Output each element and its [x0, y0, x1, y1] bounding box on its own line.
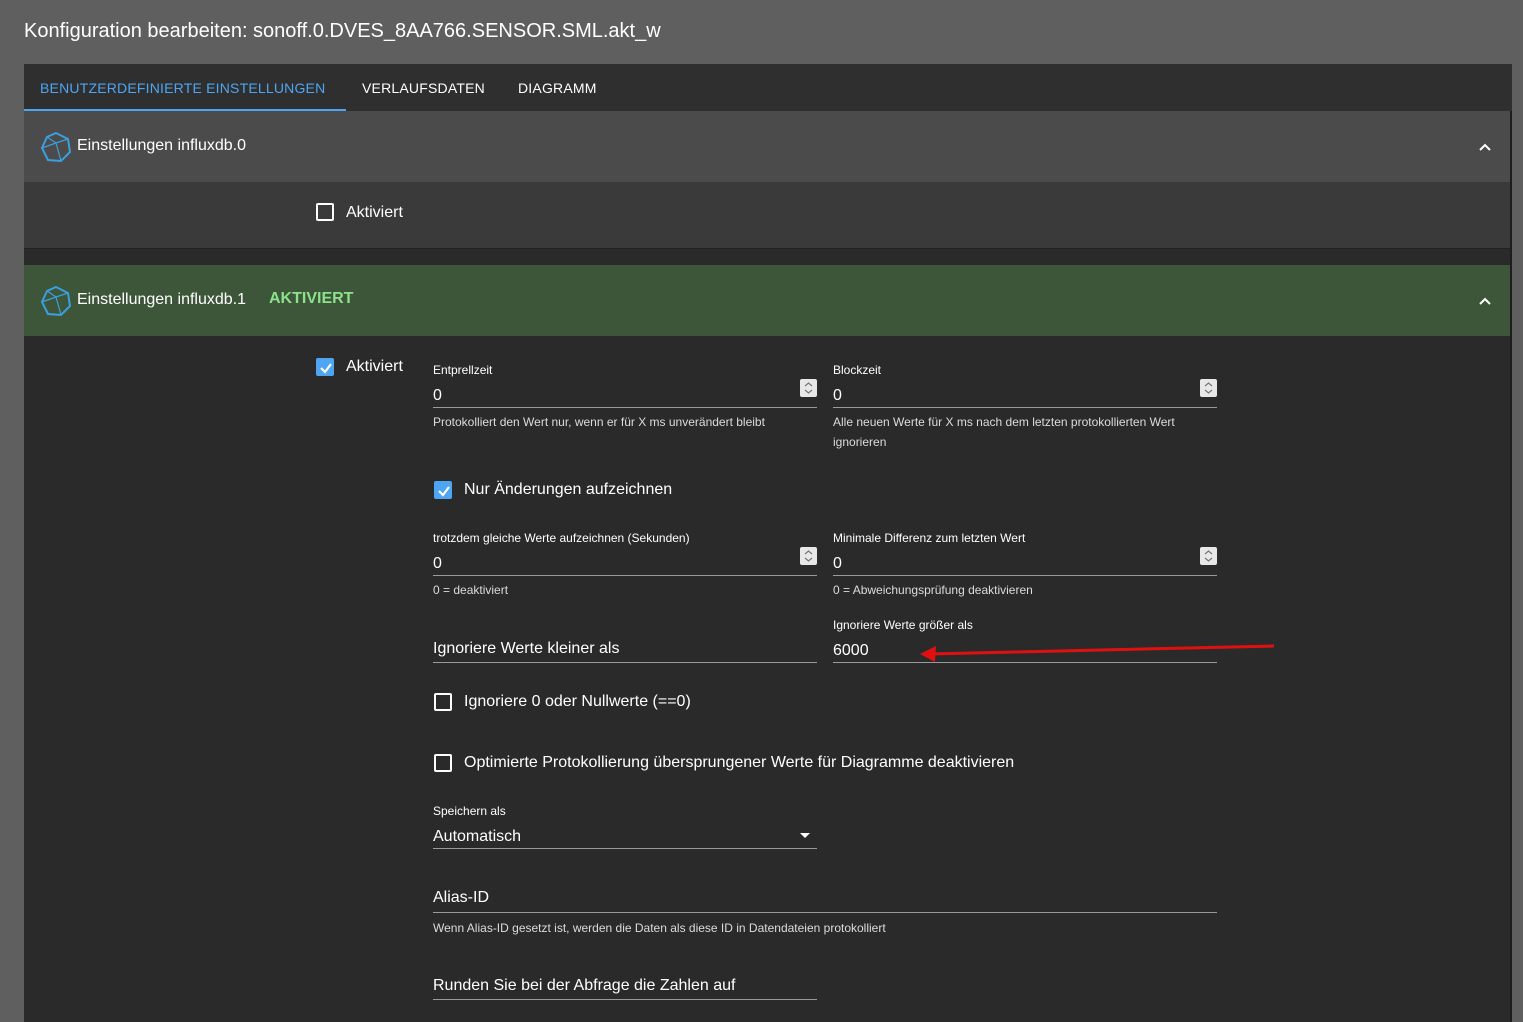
- stepper-arrows-icon: [1204, 382, 1213, 394]
- checkmark-icon: [320, 363, 332, 374]
- section-influxdb0-body: Aktiviert: [24, 182, 1510, 249]
- annotation-arrow: [920, 644, 1275, 662]
- min-delta-stepper[interactable]: [1200, 547, 1217, 565]
- alias-id-helper: Wenn Alias-ID gesetzt ist, werden die Da…: [433, 921, 886, 935]
- section-influxdb1-header[interactable]: Einstellungen influxdb.1 AKTIVIERT: [24, 265, 1510, 336]
- min-delta-input[interactable]: 0: [833, 555, 842, 573]
- ignore-above-input[interactable]: 6000: [833, 642, 869, 660]
- ignore-below-underline: [433, 662, 817, 663]
- blocktime-helper: Alle neuen Werte für X ms nach dem letzt…: [833, 415, 1175, 449]
- changes-relog-stepper[interactable]: [800, 547, 817, 565]
- stepper-arrows-icon: [804, 382, 813, 394]
- influxdb-icon: [40, 285, 72, 317]
- stepper-arrows-icon: [1204, 550, 1213, 562]
- section-influxdb1-body: Aktiviert Entprellzeit 0 Protokolliert d…: [24, 336, 1510, 1022]
- caret-down-icon: [800, 833, 810, 838]
- changes-only-checkbox[interactable]: [434, 481, 452, 499]
- tab-history-data[interactable]: VERLAUFSDATEN: [346, 64, 502, 111]
- scrollbar-track[interactable]: [1510, 111, 1512, 1022]
- storage-type-value: Automatisch: [433, 828, 522, 845]
- alias-id-placeholder: Alias-ID: [433, 889, 490, 906]
- blocktime-underline: [833, 407, 1217, 408]
- stepper-arrows-icon: [804, 550, 813, 562]
- min-delta-label: Minimale Differenz zum letzten Wert: [833, 531, 1026, 545]
- storage-type-select[interactable]: Speichern als Automatisch: [433, 804, 817, 854]
- min-delta-helper: 0 = Abweichungsprüfung deaktivieren: [833, 583, 1033, 597]
- status-badge: AKTIVIERT: [269, 290, 354, 307]
- debounce-input[interactable]: 0: [433, 387, 442, 405]
- blocktime-field: Blockzeit 0 Alle neuen Werte für X ms na…: [833, 363, 1217, 453]
- storage-type-label: Speichern als: [433, 804, 506, 818]
- changes-relog-helper: 0 = deaktiviert: [433, 583, 509, 597]
- dialog-panel: BENUTZERDEFINIERTE EINSTELLUNGEN VERLAUF…: [24, 64, 1512, 1022]
- enabled-label: Aktiviert: [346, 204, 403, 221]
- blocktime-stepper[interactable]: [1200, 379, 1217, 397]
- round-placeholder: Runden Sie bei der Abfrage die Zahlen au…: [433, 977, 736, 994]
- round-underline: [433, 999, 817, 1000]
- enabled-checkbox-influxdb0[interactable]: [316, 203, 334, 221]
- changes-relog-underline: [433, 575, 817, 576]
- section-title: Einstellungen influxdb.0: [77, 137, 247, 154]
- ignore-below-placeholder: Ignoriere Werte kleiner als: [433, 640, 620, 657]
- changes-relog-field: trotzdem gleiche Werte aufzeichnen (Seku…: [433, 531, 817, 601]
- ignore-zero-label: Ignoriere 0 oder Nullwerte (==0): [464, 693, 691, 710]
- min-delta-field: Minimale Differenz zum letzten Wert 0 0 …: [833, 531, 1217, 601]
- checkmark-icon: [438, 486, 450, 497]
- chevron-up-icon[interactable]: [1478, 140, 1492, 154]
- min-delta-underline: [833, 575, 1217, 576]
- debounce-helper: Protokolliert den Wert nur, wenn er für …: [433, 415, 765, 429]
- debounce-field: Entprellzeit 0 Protokolliert den Wert nu…: [433, 363, 817, 443]
- disable-skipped-checkbox[interactable]: [434, 754, 452, 772]
- section-title: Einstellungen influxdb.1: [77, 291, 247, 308]
- debounce-underline: [433, 407, 817, 408]
- ignore-above-label: Ignoriere Werte größer als: [833, 618, 973, 632]
- enabled-checkbox-influxdb1[interactable]: [316, 358, 334, 376]
- alias-id-underline: [433, 912, 1217, 913]
- debounce-label: Entprellzeit: [433, 363, 493, 377]
- blocktime-input[interactable]: 0: [833, 387, 842, 405]
- dialog-title: Konfiguration bearbeiten: sonoff.0.DVES_…: [24, 20, 661, 42]
- changes-only-label: Nur Änderungen aufzeichnen: [464, 481, 673, 498]
- tab-chart[interactable]: DIAGRAMM: [502, 64, 614, 111]
- alias-id-field[interactable]: Alias-ID Wenn Alias-ID gesetzt ist, werd…: [433, 889, 1217, 939]
- section-influxdb0-header[interactable]: Einstellungen influxdb.0: [24, 111, 1510, 182]
- storage-type-underline: [433, 848, 817, 849]
- ignore-zero-checkbox[interactable]: [434, 693, 452, 711]
- disable-skipped-label: Optimierte Protokollierung übersprungene…: [464, 754, 1015, 771]
- blocktime-label: Blockzeit: [833, 363, 882, 377]
- round-field[interactable]: Runden Sie bei der Abfrage die Zahlen au…: [433, 977, 817, 1003]
- enabled-label: Aktiviert: [346, 358, 403, 375]
- changes-relog-label: trotzdem gleiche Werte aufzeichnen (Seku…: [433, 531, 690, 545]
- ignore-below-field[interactable]: Ignoriere Werte kleiner als: [433, 640, 817, 666]
- changes-relog-input[interactable]: 0: [433, 555, 442, 573]
- tab-bar: BENUTZERDEFINIERTE EINSTELLUNGEN VERLAUF…: [24, 64, 1512, 111]
- debounce-stepper[interactable]: [800, 379, 817, 397]
- influxdb-icon: [40, 131, 72, 163]
- tab-custom-settings[interactable]: BENUTZERDEFINIERTE EINSTELLUNGEN: [24, 64, 346, 111]
- chevron-up-icon[interactable]: [1478, 294, 1492, 308]
